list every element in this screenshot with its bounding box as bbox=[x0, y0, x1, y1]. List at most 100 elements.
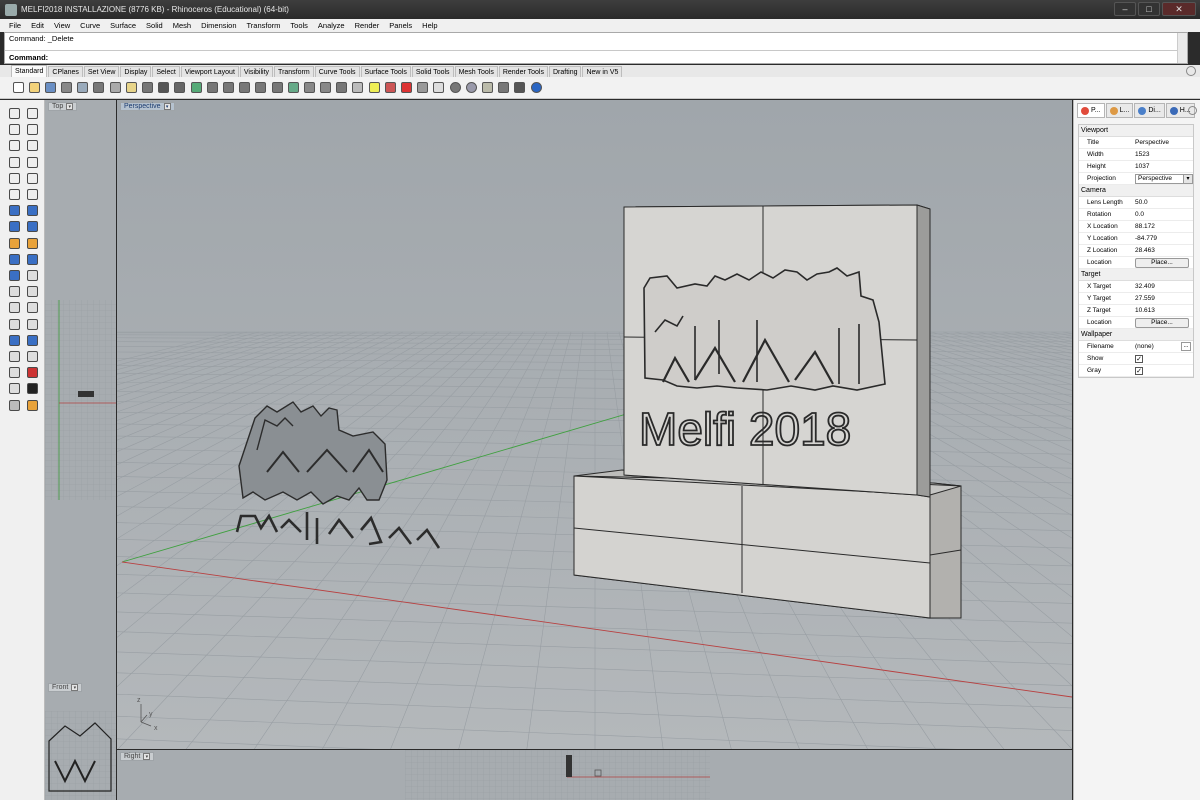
minimize-button[interactable]: – bbox=[1114, 2, 1136, 16]
menu-help[interactable]: Help bbox=[417, 21, 442, 30]
viewport-label-right[interactable]: Right ▾ bbox=[120, 752, 155, 761]
viewport-label-top[interactable]: Top ▾ bbox=[48, 102, 78, 111]
snap-icon[interactable] bbox=[513, 81, 527, 95]
array-icon[interactable] bbox=[24, 284, 40, 299]
menu-mesh[interactable]: Mesh bbox=[168, 21, 196, 30]
material-icon[interactable] bbox=[432, 81, 446, 95]
rotate-icon[interactable] bbox=[270, 81, 284, 95]
tab-display[interactable]: Display bbox=[120, 66, 152, 77]
arc-icon[interactable] bbox=[24, 138, 40, 153]
menu-edit[interactable]: Edit bbox=[26, 21, 49, 30]
paint-icon[interactable] bbox=[24, 398, 40, 413]
cut-icon[interactable] bbox=[92, 81, 106, 95]
transform-icon[interactable] bbox=[6, 284, 22, 299]
extrude-icon[interactable] bbox=[6, 236, 22, 251]
zoom-icon[interactable] bbox=[205, 81, 219, 95]
surface-icon[interactable] bbox=[6, 203, 22, 218]
boolean-icon[interactable] bbox=[24, 252, 40, 267]
viewport-top[interactable]: Top ▾ bbox=[45, 100, 116, 681]
gray-checkbox[interactable]: ✓ bbox=[1135, 366, 1143, 375]
camera-place-button[interactable]: Place... bbox=[1135, 257, 1189, 268]
tab-solid-tools[interactable]: Solid Tools bbox=[411, 66, 454, 77]
command-input[interactable] bbox=[50, 51, 951, 63]
environment-icon[interactable] bbox=[464, 81, 478, 95]
close-button[interactable]: ✕ bbox=[1162, 2, 1196, 16]
four-view-icon[interactable] bbox=[286, 81, 300, 95]
polygon-icon[interactable] bbox=[24, 155, 40, 170]
grid-icon[interactable] bbox=[302, 81, 316, 95]
tab-render-tools[interactable]: Render Tools bbox=[498, 66, 548, 77]
menu-curve[interactable]: Curve bbox=[75, 21, 105, 30]
projection-select[interactable]: Perspective ▾ bbox=[1135, 173, 1193, 184]
tab-standard[interactable]: Standard bbox=[11, 65, 48, 77]
tab-surface-tools[interactable]: Surface Tools bbox=[360, 66, 411, 77]
help-icon[interactable] bbox=[529, 81, 543, 95]
menu-view[interactable]: View bbox=[49, 21, 75, 30]
tab-curve-tools[interactable]: Curve Tools bbox=[314, 66, 360, 77]
menu-surface[interactable]: Surface bbox=[105, 21, 141, 30]
paste-icon[interactable] bbox=[124, 81, 138, 95]
menu-file[interactable]: File bbox=[4, 21, 26, 30]
osnap-icon[interactable] bbox=[24, 365, 40, 380]
explode-icon[interactable] bbox=[24, 317, 40, 332]
menu-transform[interactable]: Transform bbox=[242, 21, 286, 30]
menu-solid[interactable]: Solid bbox=[141, 21, 168, 30]
import-icon[interactable] bbox=[76, 81, 90, 95]
curve-icon[interactable] bbox=[24, 122, 40, 137]
cylinder-icon[interactable] bbox=[24, 219, 40, 234]
layer-state-icon[interactable] bbox=[6, 349, 22, 364]
menu-panels[interactable]: Panels bbox=[384, 21, 417, 30]
tab-select[interactable]: Select bbox=[152, 66, 180, 77]
pan-icon[interactable] bbox=[157, 81, 171, 95]
ungroup-icon[interactable] bbox=[24, 333, 40, 348]
mesh-icon[interactable] bbox=[6, 252, 22, 267]
select-icon[interactable] bbox=[319, 81, 333, 95]
group-icon[interactable] bbox=[6, 333, 22, 348]
snap-grid-icon[interactable] bbox=[6, 365, 22, 380]
tab-viewport-layout[interactable]: Viewport Layout bbox=[180, 66, 239, 77]
move-icon[interactable] bbox=[173, 81, 187, 95]
zoom-extents-icon[interactable] bbox=[238, 81, 252, 95]
text-icon[interactable] bbox=[6, 268, 22, 283]
tab-transform[interactable]: Transform bbox=[274, 66, 314, 77]
properties-icon[interactable] bbox=[400, 81, 414, 95]
tab-visibility[interactable]: Visibility bbox=[239, 66, 274, 77]
polyline-icon[interactable] bbox=[6, 122, 22, 137]
tab-layers[interactable]: L... bbox=[1105, 103, 1134, 118]
loft-icon[interactable] bbox=[24, 203, 40, 218]
new-icon[interactable] bbox=[11, 81, 25, 95]
viewport-front[interactable]: Front ▾ bbox=[45, 681, 116, 800]
viewport-label-front[interactable]: Front ▾ bbox=[48, 683, 83, 692]
rotate-view-icon[interactable] bbox=[189, 81, 203, 95]
sphere-icon[interactable] bbox=[448, 81, 462, 95]
rectangle-icon[interactable] bbox=[6, 155, 22, 170]
viewport-right[interactable]: Right ▾ bbox=[117, 750, 1072, 800]
hide-icon[interactable] bbox=[335, 81, 349, 95]
tab-drafting[interactable]: Drafting bbox=[548, 66, 582, 77]
sweep-icon[interactable] bbox=[24, 236, 40, 251]
tab-display[interactable]: Di... bbox=[1134, 103, 1165, 118]
select-tool-icon[interactable] bbox=[6, 106, 22, 121]
target-place-button[interactable]: Place... bbox=[1135, 317, 1189, 328]
check-icon[interactable] bbox=[6, 381, 22, 396]
show-checkbox[interactable]: ✓ bbox=[1135, 354, 1143, 363]
box-icon[interactable] bbox=[6, 219, 22, 234]
tab-new-in-v5[interactable]: New in V5 bbox=[582, 66, 623, 77]
viewport-perspective[interactable]: Melfi 2018 z x y Perspective ▾ bbox=[117, 100, 1072, 749]
join-icon[interactable] bbox=[6, 317, 22, 332]
menu-render[interactable]: Render bbox=[350, 21, 385, 30]
analyze-icon[interactable] bbox=[24, 381, 40, 396]
trim-icon[interactable] bbox=[6, 300, 22, 315]
browse-button[interactable]: ... bbox=[1181, 342, 1191, 351]
maximize-button[interactable]: □ bbox=[1138, 2, 1160, 16]
viewport-label-perspective[interactable]: Perspective ▾ bbox=[120, 102, 175, 111]
render-light-icon[interactable] bbox=[6, 398, 22, 413]
open-icon[interactable] bbox=[27, 81, 41, 95]
ellipse-icon[interactable] bbox=[6, 171, 22, 186]
zoom-selected-icon[interactable] bbox=[254, 81, 268, 95]
render-icon[interactable] bbox=[416, 81, 430, 95]
copy-icon[interactable] bbox=[108, 81, 122, 95]
panel-gear-icon[interactable] bbox=[1188, 106, 1197, 115]
tab-cplanes[interactable]: CPlanes bbox=[48, 66, 83, 77]
menu-dimension[interactable]: Dimension bbox=[196, 21, 241, 30]
